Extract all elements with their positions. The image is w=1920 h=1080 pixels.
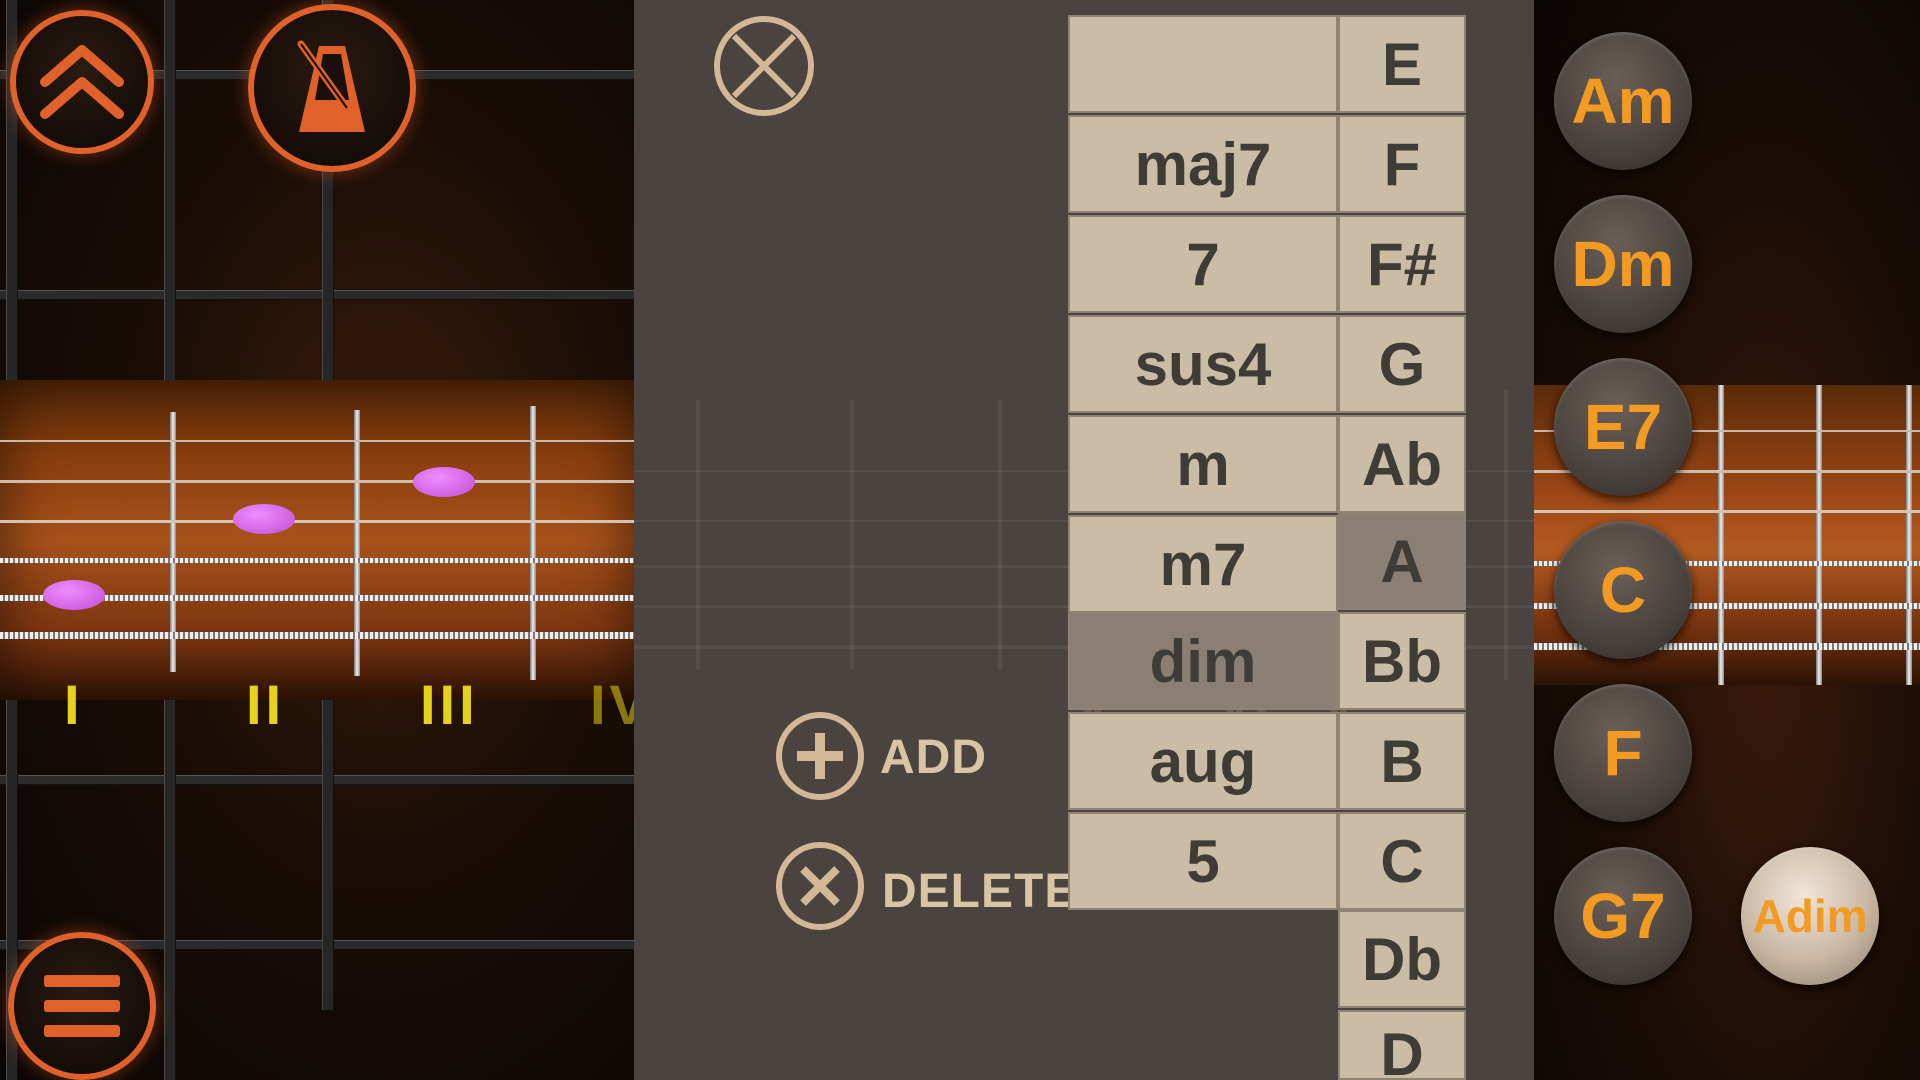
root-note-option[interactable]: Ab — [1338, 415, 1466, 513]
chevron-double-up-icon — [40, 45, 124, 119]
chord-type-option[interactable]: m7 — [1068, 515, 1338, 613]
delete-chord-button[interactable] — [776, 842, 864, 930]
ghost-fret — [850, 400, 854, 670]
chord-type-option-selected[interactable]: dim — [1068, 612, 1338, 710]
root-note-option[interactable]: E — [1338, 15, 1466, 113]
fret-number: I — [64, 673, 84, 736]
add-label[interactable]: ADD — [880, 730, 987, 785]
chord-button-c[interactable]: C — [1554, 521, 1692, 659]
scroll-up-button[interactable] — [10, 10, 154, 154]
chord-button-e7[interactable]: E7 — [1554, 358, 1692, 496]
chord-type-option[interactable]: sus4 — [1068, 315, 1338, 413]
root-note-option[interactable]: F# — [1338, 215, 1466, 313]
root-note-option[interactable]: F — [1338, 115, 1466, 213]
ghost-fret — [1504, 390, 1508, 680]
string — [0, 558, 634, 563]
close-editor-button[interactable] — [712, 14, 816, 122]
string — [0, 520, 634, 523]
background-rail — [0, 775, 634, 785]
delete-label[interactable]: DELETE — [882, 864, 1077, 919]
string — [0, 632, 634, 639]
chord-button-new-adim[interactable]: Adim — [1741, 847, 1879, 985]
root-note-option[interactable]: C — [1338, 812, 1466, 910]
chord-button-g7[interactable]: G7 — [1554, 847, 1692, 985]
fret-number: III — [420, 673, 479, 736]
chord-type-option[interactable]: maj7 — [1068, 115, 1338, 213]
close-circle-icon — [714, 16, 814, 116]
chord-button-f[interactable]: F — [1554, 684, 1692, 822]
chord-type-option[interactable]: aug — [1068, 712, 1338, 810]
chord-type-option[interactable]: m — [1068, 415, 1338, 513]
root-note-option[interactable]: Bb — [1338, 612, 1466, 710]
hamburger-menu-icon — [44, 975, 120, 1037]
chord-button-dm[interactable]: Dm — [1554, 195, 1692, 333]
ghost-fret — [998, 400, 1002, 670]
string — [1534, 510, 1920, 513]
main-menu-button[interactable] — [8, 932, 156, 1080]
finger-marker[interactable] — [233, 504, 295, 534]
chord-type-option[interactable] — [1068, 15, 1338, 113]
chord-button-am[interactable]: Am — [1554, 32, 1692, 170]
fretboard-neck — [0, 380, 634, 700]
ghost-fret — [696, 400, 700, 670]
root-note-option[interactable]: Db — [1338, 910, 1466, 1008]
plus-icon — [797, 733, 843, 779]
string — [0, 480, 634, 483]
fret-number: II — [246, 673, 286, 736]
root-note-option[interactable]: D — [1338, 1010, 1466, 1080]
chord-type-option[interactable]: 5 — [1068, 812, 1338, 910]
finger-marker[interactable] — [43, 580, 105, 610]
background-rail — [0, 290, 634, 300]
string — [0, 440, 634, 442]
add-chord-button[interactable] — [776, 712, 864, 800]
root-note-option-selected[interactable]: A — [1338, 512, 1466, 610]
x-icon — [800, 866, 840, 906]
root-note-option[interactable]: B — [1338, 712, 1466, 810]
chord-type-option[interactable]: 7 — [1068, 215, 1338, 313]
finger-marker[interactable] — [413, 467, 475, 497]
metronome-button[interactable] — [248, 4, 416, 172]
root-note-option[interactable]: G — [1338, 315, 1466, 413]
metronome-icon — [297, 40, 365, 132]
